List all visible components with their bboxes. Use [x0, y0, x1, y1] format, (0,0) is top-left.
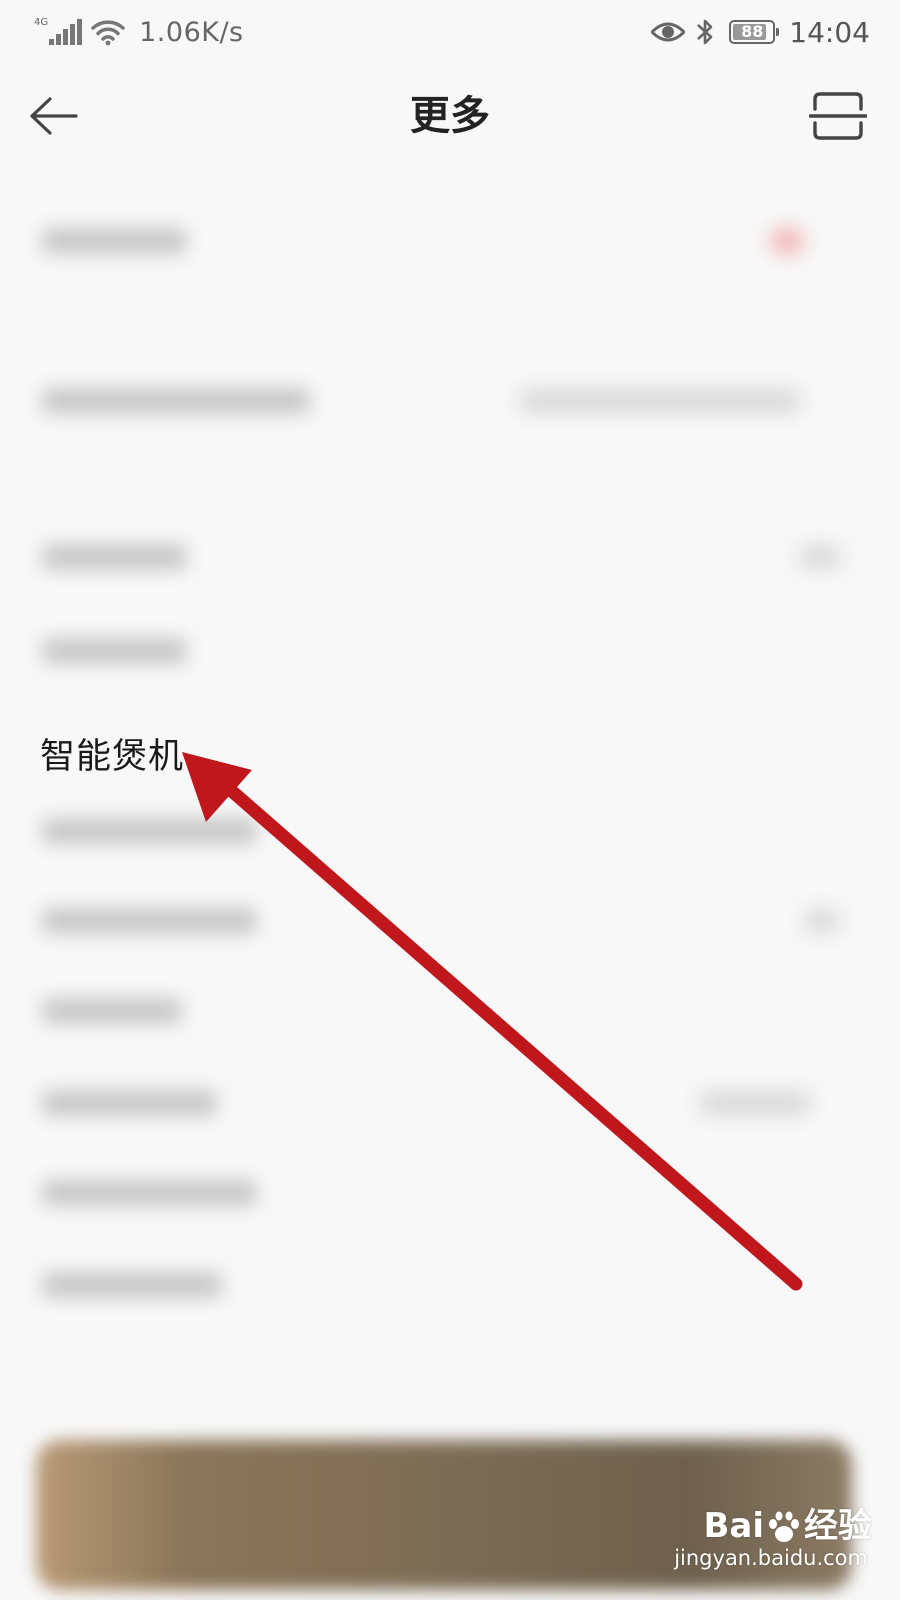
list-item[interactable]: [0, 206, 900, 276]
smart-burn-in-label: 智能煲机: [40, 737, 185, 777]
blurred-label: [42, 998, 182, 1024]
baidu-jingyan-watermark: Bai 经验 jingyan.baidu.com: [672, 1498, 872, 1588]
status-right-group: 88 14:04: [651, 12, 870, 52]
watermark-brand-suffix: 经验: [804, 1506, 872, 1546]
blurred-label: [42, 1090, 217, 1116]
list-item[interactable]: [0, 976, 900, 1046]
list-item[interactable]: [0, 522, 900, 592]
bluetooth-icon: [697, 19, 713, 45]
scan-button[interactable]: [806, 86, 870, 146]
battery-icon: 88: [729, 20, 780, 44]
blurred-value: [805, 910, 839, 932]
list-item[interactable]: [0, 616, 900, 686]
list-item-smart-burn-in[interactable]: 智能煲机: [0, 718, 900, 798]
signal-icon: [49, 19, 83, 45]
title-bar: 更多: [0, 68, 900, 164]
paw-icon: [769, 1511, 799, 1542]
network-type-label: 4G: [34, 16, 49, 28]
list-item[interactable]: [0, 886, 900, 956]
blurred-label: [42, 1180, 257, 1206]
list-item[interactable]: [0, 1158, 900, 1228]
status-bar: 4G 1.06K/s 88 14:04: [0, 0, 900, 64]
blurred-label: [42, 1272, 222, 1298]
blurred-label: [42, 388, 310, 414]
status-left-group: 4G 1.06K/s: [34, 12, 244, 52]
blurred-value: [700, 1092, 810, 1114]
eye-icon: [651, 22, 686, 42]
watermark-logo: Bai 经验: [703, 1498, 872, 1547]
blurred-label: [42, 638, 187, 664]
net-speed-text: 1.06K/s: [139, 16, 244, 48]
blurred-label: [42, 544, 187, 570]
page-title: 更多: [410, 93, 490, 139]
list-item[interactable]: [0, 1068, 900, 1138]
blurred-value: [800, 546, 840, 568]
blurred-badge: [770, 228, 804, 254]
scan-icon: [809, 92, 867, 140]
blurred-label: [42, 908, 257, 934]
blurred-value: [520, 390, 800, 412]
list-item[interactable]: [0, 366, 900, 436]
battery-level-text: 88: [741, 22, 764, 41]
list-item[interactable]: [0, 1250, 900, 1320]
list-item[interactable]: [0, 796, 900, 866]
blurred-label: [42, 228, 187, 254]
watermark-brand: Bai: [703, 1506, 764, 1546]
watermark-url: jingyan.baidu.com: [674, 1546, 868, 1570]
status-clock: 14:04: [789, 15, 870, 49]
wifi-icon: [91, 20, 125, 46]
blurred-label: [42, 818, 257, 844]
